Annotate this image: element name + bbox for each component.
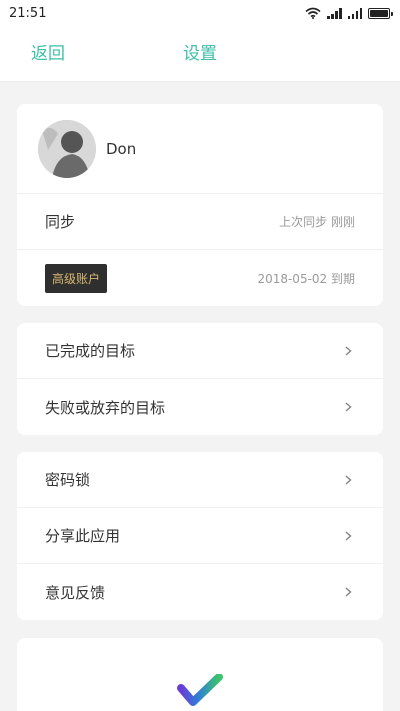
item-label: 失败或放弃的目标 xyxy=(45,398,166,417)
profile-name: Don xyxy=(106,139,137,158)
nav-bar: 返回 设置 xyxy=(0,26,400,82)
premium-account-row[interactable]: 高级账户 2018-05-02 到期 xyxy=(17,250,383,306)
item-label: 意见反馈 xyxy=(45,583,106,602)
signal-icon xyxy=(327,7,342,19)
profile-row[interactable]: Don xyxy=(17,104,383,194)
misc-card: 密码锁 分享此应用 意见反馈 xyxy=(17,452,383,620)
wifi-icon xyxy=(305,7,321,19)
chevron-right-icon xyxy=(345,474,352,485)
failed-goals-item[interactable]: 失败或放弃的目标 xyxy=(17,379,383,435)
about-card xyxy=(17,638,383,711)
goals-card: 已完成的目标 失败或放弃的目标 xyxy=(17,323,383,435)
expiry-date: 2018-05-02 到期 xyxy=(257,271,355,286)
avatar[interactable] xyxy=(38,119,96,178)
status-bar: 21:51 xyxy=(0,0,400,26)
sync-row[interactable]: 同步 上次同步 刚刚 xyxy=(17,194,383,250)
item-label: 密码锁 xyxy=(45,471,91,489)
sync-label: 同步 xyxy=(45,213,76,231)
app-logo-check-icon xyxy=(177,674,223,706)
status-icons xyxy=(305,7,393,19)
passcode-lock-item[interactable]: 密码锁 xyxy=(17,452,383,508)
chevron-right-icon xyxy=(345,587,352,597)
sync-status: 上次同步 刚刚 xyxy=(279,215,355,229)
completed-goals-item[interactable]: 已完成的目标 xyxy=(17,323,383,379)
battery-icon xyxy=(368,7,393,19)
back-button[interactable]: 返回 xyxy=(31,26,65,82)
chevron-right-icon xyxy=(345,530,352,541)
share-app-item[interactable]: 分享此应用 xyxy=(17,508,383,564)
status-time: 21:51 xyxy=(9,5,47,21)
account-card: Don 同步 上次同步 刚刚 高级账户 2018-05-02 到期 xyxy=(17,104,383,306)
chevron-right-icon xyxy=(345,402,352,412)
signal-icon xyxy=(347,7,362,19)
chevron-right-icon xyxy=(345,345,352,356)
item-label: 已完成的目标 xyxy=(45,342,136,360)
feedback-item[interactable]: 意见反馈 xyxy=(17,564,383,620)
premium-badge: 高级账户 xyxy=(45,263,108,293)
avatar-image xyxy=(38,119,96,178)
item-label: 分享此应用 xyxy=(45,527,121,545)
